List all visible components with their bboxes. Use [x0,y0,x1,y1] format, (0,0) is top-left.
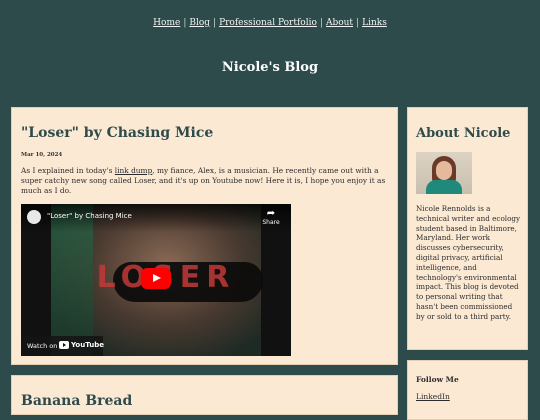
top-nav: Home | Blog | Professional Portfolio | About | L… [0,18,540,28]
share-label: Share [262,219,280,226]
nav-portfolio-link[interactable]: Professional Portfolio [219,18,317,28]
share-button[interactable]: ➦ Share [259,208,283,226]
linkedin-link[interactable]: LinkedIn [416,392,450,401]
blog-post: Banana Bread [11,375,398,415]
follow-widget: Follow Me LinkedIn [407,360,528,420]
video-header: "Loser" by Chasing Mice ➦ Share [21,204,291,232]
post-body-text: As I explained in today's [21,166,115,175]
youtube-logo-icon [59,341,69,349]
share-icon: ➦ [266,208,276,219]
photo-face [436,161,452,180]
nav-about-link[interactable]: About [326,18,353,28]
nav-links-link[interactable]: Links [362,18,387,28]
post-date: Mar 10, 2024 [21,152,63,158]
site-title: Nicole's Blog [221,60,319,75]
link-dump-link[interactable]: link dump [115,166,153,175]
about-title: About Nicole [416,126,511,141]
nav-blog-link[interactable]: Blog [189,18,210,28]
photo-shirt [426,180,462,194]
blog-post: "Loser" by Chasing Mice Mar 10, 2024 As … [11,107,398,365]
post-title[interactable]: "Loser" by Chasing Mice [21,125,213,141]
nav-separator: | [213,18,217,28]
youtube-wordmark: YouTube [71,341,104,349]
nav-separator: | [319,18,323,28]
nav-separator: | [183,18,187,28]
play-button[interactable] [141,268,171,289]
follow-title: Follow Me [416,375,459,384]
youtube-embed[interactable]: LOSER "Loser" by Chasing Mice ➦ Share Wa… [21,204,291,356]
watch-on-youtube-button[interactable]: Watch on YouTube [21,336,104,356]
about-widget: About Nicole Nicole Rennolds is a techni… [407,107,528,350]
play-icon [153,274,161,282]
nav-home-link[interactable]: Home [153,18,180,28]
author-photo [416,152,472,194]
watch-on-label: Watch on [27,342,58,350]
post-body: As I explained in today's link dump, my … [21,166,387,196]
video-title[interactable]: "Loser" by Chasing Mice [47,212,132,220]
channel-avatar[interactable] [27,210,41,224]
nav-separator: | [356,18,360,28]
about-text: Nicole Rennolds is a technical writer an… [416,204,521,321]
post-title[interactable]: Banana Bread [21,393,132,409]
